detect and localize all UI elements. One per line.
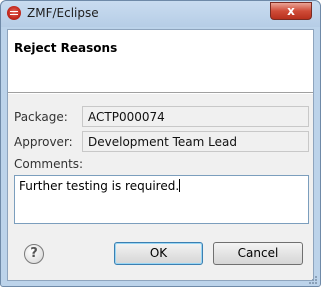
eclipse-app-icon xyxy=(7,6,21,20)
close-button[interactable]: x xyxy=(270,2,312,20)
dialog-window: ZMF/Eclipse x Reject Reasons Package: AC… xyxy=(0,0,321,287)
comments-textarea[interactable]: Further testing is required. xyxy=(14,175,309,224)
banner-divider-highlight xyxy=(8,93,313,94)
text-cursor xyxy=(179,179,181,192)
comments-label: Comments: xyxy=(14,157,84,171)
dialog-banner: Reject Reasons xyxy=(8,30,313,92)
approver-field[interactable]: Development Team Lead xyxy=(82,131,309,152)
dialog-heading: Reject Reasons xyxy=(14,41,118,55)
dialog-client-area: Reject Reasons Package: ACTP000074 Appro… xyxy=(7,29,314,281)
cancel-button[interactable]: Cancel xyxy=(213,242,303,265)
ok-button[interactable]: OK xyxy=(114,242,203,265)
package-field[interactable]: ACTP000074 xyxy=(82,106,309,127)
title-bar[interactable]: ZMF/Eclipse x xyxy=(1,1,320,27)
approver-label: Approver: xyxy=(14,135,73,149)
comments-text: Further testing is required. xyxy=(19,179,180,193)
help-icon[interactable]: ? xyxy=(24,244,44,264)
resize-grip-icon[interactable] xyxy=(308,275,318,285)
package-label: Package: xyxy=(14,110,68,124)
window-title: ZMF/Eclipse xyxy=(27,6,99,20)
